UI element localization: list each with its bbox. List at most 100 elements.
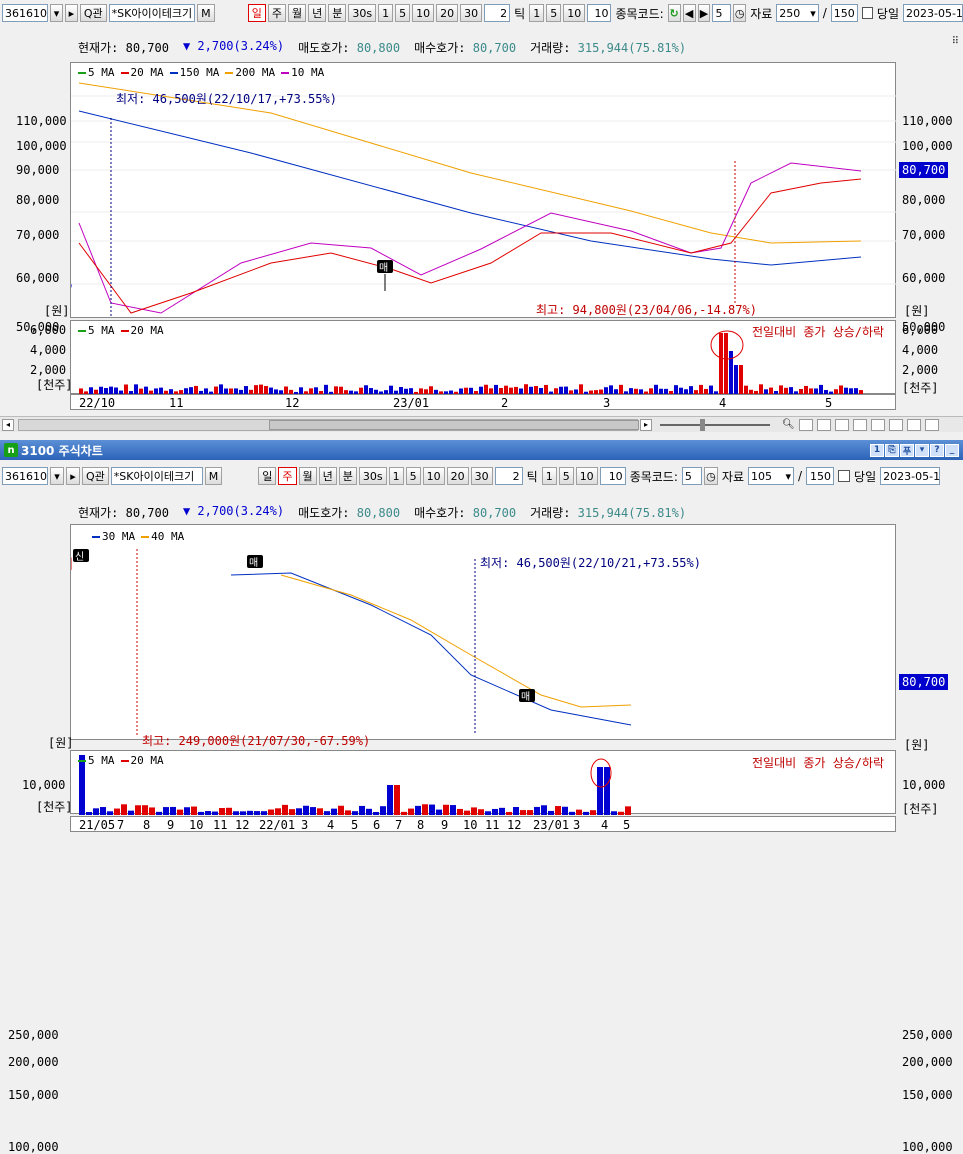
stock-code-input[interactable]: 361610 [2, 4, 48, 22]
buy-marker-label: 매 [379, 262, 388, 274]
weekly-vol-bar [359, 805, 365, 815]
weekly-vol-bar [170, 806, 176, 815]
tick-10-button[interactable]: 10 [563, 4, 586, 22]
window-menu-icon[interactable]: ▾ [915, 443, 929, 457]
m-button[interactable]: M [204, 467, 223, 485]
interval-30-button[interactable]: 30 [460, 4, 483, 22]
next-arrow-button[interactable]: ▸ [64, 4, 78, 22]
clock-icon[interactable]: ◷ [703, 467, 718, 485]
tool-icon[interactable] [870, 418, 885, 431]
period-year-button[interactable]: 년 [318, 467, 337, 485]
interval-5-button[interactable]: 5 [395, 4, 411, 22]
period-day-button[interactable]: 일 [258, 467, 277, 485]
code-dropdown-button[interactable]: ▾ [50, 4, 63, 22]
period-week-button[interactable]: 주 [267, 4, 286, 22]
tool-icon[interactable] [834, 418, 849, 431]
weekly-vol-bar [471, 807, 477, 815]
period-week-button[interactable]: 주 [278, 467, 297, 485]
zoom-slider-handle[interactable] [700, 418, 705, 431]
vol-tick: 2,000 [30, 363, 67, 377]
tick-1-button[interactable]: 1 [541, 467, 557, 485]
window-number-icon[interactable]: 1 [870, 443, 884, 457]
code-dropdown-button[interactable]: ▾ [50, 467, 64, 485]
vol-legend-1: 5 MA 20 MA [78, 324, 164, 337]
tool-icon[interactable] [798, 418, 813, 431]
tick-input[interactable]: 2 [494, 467, 523, 485]
interval-30-button[interactable]: 30 [470, 467, 493, 485]
tool-icon[interactable] [852, 418, 867, 431]
interval-1-button[interactable]: 1 [388, 467, 404, 485]
panel-grid-icon[interactable]: ⠿ [952, 36, 959, 47]
zoom-icon[interactable]: 🔍︎ [782, 419, 795, 431]
next-icon[interactable]: ▶ [697, 4, 711, 22]
scroll-track[interactable] [18, 418, 639, 431]
window-minimize-icon[interactable]: _ [945, 443, 959, 457]
tool-icon[interactable] [924, 418, 939, 431]
scroll-left-icon[interactable]: ◂ [2, 418, 14, 431]
zoom-slider[interactable] [660, 418, 770, 431]
interval-5-button[interactable]: 5 [405, 467, 421, 485]
weekly-vol-bar [296, 808, 302, 815]
date-input[interactable]: 2023-05-1 [903, 4, 963, 22]
tick-input[interactable]: 2 [484, 4, 511, 22]
interval-20-button[interactable]: 20 [446, 467, 469, 485]
window-copy-icon[interactable]: ⎘ [885, 443, 899, 457]
window-tag-icon[interactable]: 푸 [900, 443, 914, 457]
chart-scrollbar[interactable]: ◂ ▸ 🔍︎ [0, 416, 963, 432]
tick-1-button[interactable]: 1 [529, 4, 545, 22]
same-day-checkbox[interactable] [838, 470, 851, 482]
weekly-vol-bar [142, 805, 148, 815]
period-month-button[interactable]: 월 [298, 467, 317, 485]
ma-legend-1: 5 MA 20 MA 150 MA 200 MA 10 MA [78, 66, 324, 79]
interval-1-button[interactable]: 1 [378, 4, 394, 22]
data-count-value: 250 [779, 6, 801, 20]
weekly-vol-bar [247, 810, 253, 815]
clock-icon[interactable]: ◷ [733, 4, 747, 22]
data-count-select[interactable]: 105 ▾ [748, 467, 794, 485]
ma-legend-item: 10 MA [281, 66, 324, 79]
tick-count-input[interactable]: 10 [599, 467, 626, 485]
tool-icon[interactable] [906, 418, 921, 431]
daily-vol-bar [724, 333, 728, 395]
interval-30s-button[interactable]: 30s [348, 4, 377, 22]
search-button[interactable]: Q관 [79, 4, 107, 22]
prev-icon[interactable]: ◀ [682, 4, 696, 22]
n-input[interactable]: 5 [681, 467, 702, 485]
stock-code-input[interactable]: 361610 [2, 467, 48, 485]
interval-10-button[interactable]: 10 [422, 467, 445, 485]
vol-legend-item: 20 MA [120, 754, 164, 767]
period-minute-button[interactable]: 분 [338, 467, 357, 485]
interval-20-button[interactable]: 20 [436, 4, 459, 22]
tick-5-button[interactable]: 5 [558, 467, 574, 485]
period-month-button[interactable]: 월 [288, 4, 307, 22]
next-arrow-button[interactable]: ▸ [66, 467, 80, 485]
stock-name-field[interactable]: *SK아이이테크 기 [110, 467, 203, 485]
tool-icon[interactable] [816, 418, 831, 431]
n-input[interactable]: 5 [712, 4, 732, 22]
stock-name-field[interactable]: *SK아이이테크 기 [108, 4, 196, 22]
window-help-icon[interactable]: ? [930, 443, 944, 457]
window-titlebar[interactable]: n 3100 주식차트 1 ⎘ 푸 ▾ ? _ [0, 440, 963, 460]
data-max-input[interactable]: 150 [806, 467, 835, 485]
same-day-checkbox[interactable] [861, 7, 873, 19]
data-count-select[interactable]: 250 ▾ [776, 4, 819, 22]
tick-10-button[interactable]: 10 [575, 467, 598, 485]
search-button[interactable]: Q관 [82, 467, 109, 485]
weekly-vol-bar [177, 809, 183, 815]
period-minute-button[interactable]: 분 [328, 4, 347, 22]
tool-icon[interactable] [888, 418, 903, 431]
y-tick-label: 80,000 [902, 193, 946, 207]
interval-10-button[interactable]: 10 [412, 4, 435, 22]
period-year-button[interactable]: 년 [308, 4, 327, 22]
scroll-right-icon[interactable]: ▸ [640, 418, 652, 431]
tick-5-button[interactable]: 5 [546, 4, 562, 22]
weekly-vol-bar [387, 785, 393, 815]
period-day-button[interactable]: 일 [247, 4, 266, 22]
m-button[interactable]: M [197, 4, 215, 22]
date-input[interactable]: 2023-05-1 [880, 467, 941, 485]
tick-count-input[interactable]: 10 [587, 4, 612, 22]
data-max-input[interactable]: 150 [830, 4, 858, 22]
refresh-icon[interactable]: ↻ [667, 4, 681, 22]
interval-30s-button[interactable]: 30s [358, 467, 387, 485]
scroll-thumb[interactable] [269, 419, 639, 430]
